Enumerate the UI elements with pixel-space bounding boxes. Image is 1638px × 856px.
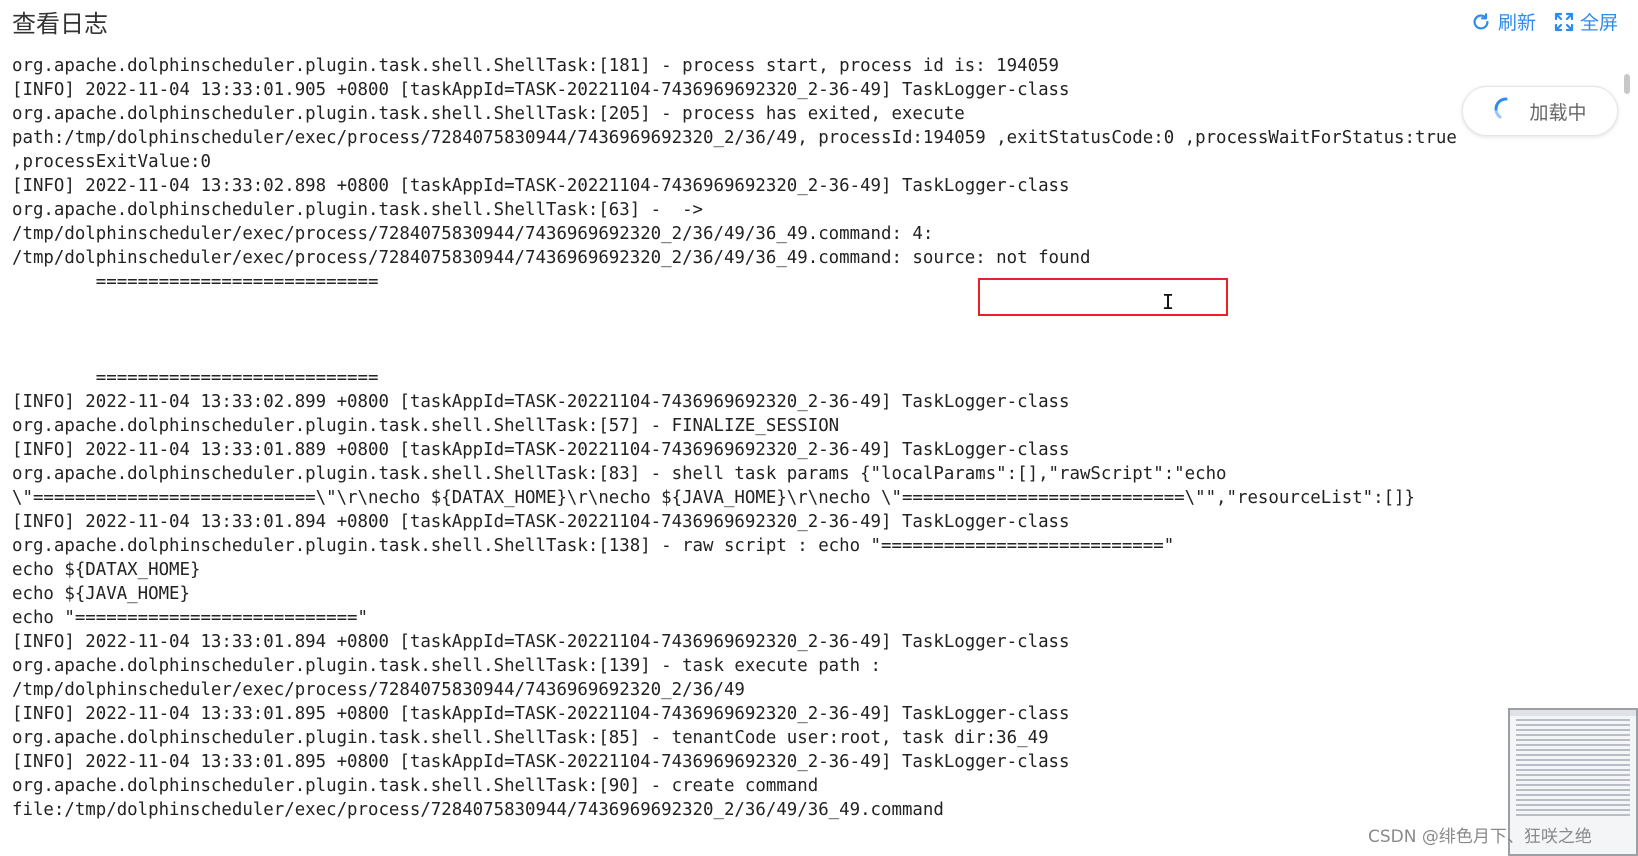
loading-indicator: 加载中 — [1462, 86, 1618, 136]
toolbar: 刷新 全屏 — [1470, 8, 1618, 35]
refresh-label: 刷新 — [1498, 12, 1537, 34]
loading-label: 加载中 — [1529, 101, 1587, 124]
fullscreen-label: 全屏 — [1580, 12, 1619, 34]
dialog-title: 查看日志 — [12, 10, 108, 38]
text-cursor-icon: I — [1162, 290, 1175, 314]
fullscreen-icon — [1554, 12, 1574, 32]
watermark: CSDN @绯色月下、狂咲之绝 — [1368, 827, 1592, 847]
spinner-icon — [1493, 96, 1519, 127]
log-viewer-dialog: 查看日志 刷新 全屏 org.apache.dolphinscheduler.p… — [0, 0, 1638, 856]
refresh-icon — [1470, 11, 1492, 33]
scrollbar-thumb[interactable] — [1624, 74, 1630, 94]
fullscreen-button[interactable]: 全屏 — [1554, 8, 1618, 35]
log-content[interactable]: org.apache.dolphinscheduler.plugin.task.… — [12, 54, 1602, 856]
error-highlight-box — [978, 278, 1228, 316]
log-text: org.apache.dolphinscheduler.plugin.task.… — [12, 56, 1457, 820]
refresh-button[interactable]: 刷新 — [1470, 8, 1536, 35]
